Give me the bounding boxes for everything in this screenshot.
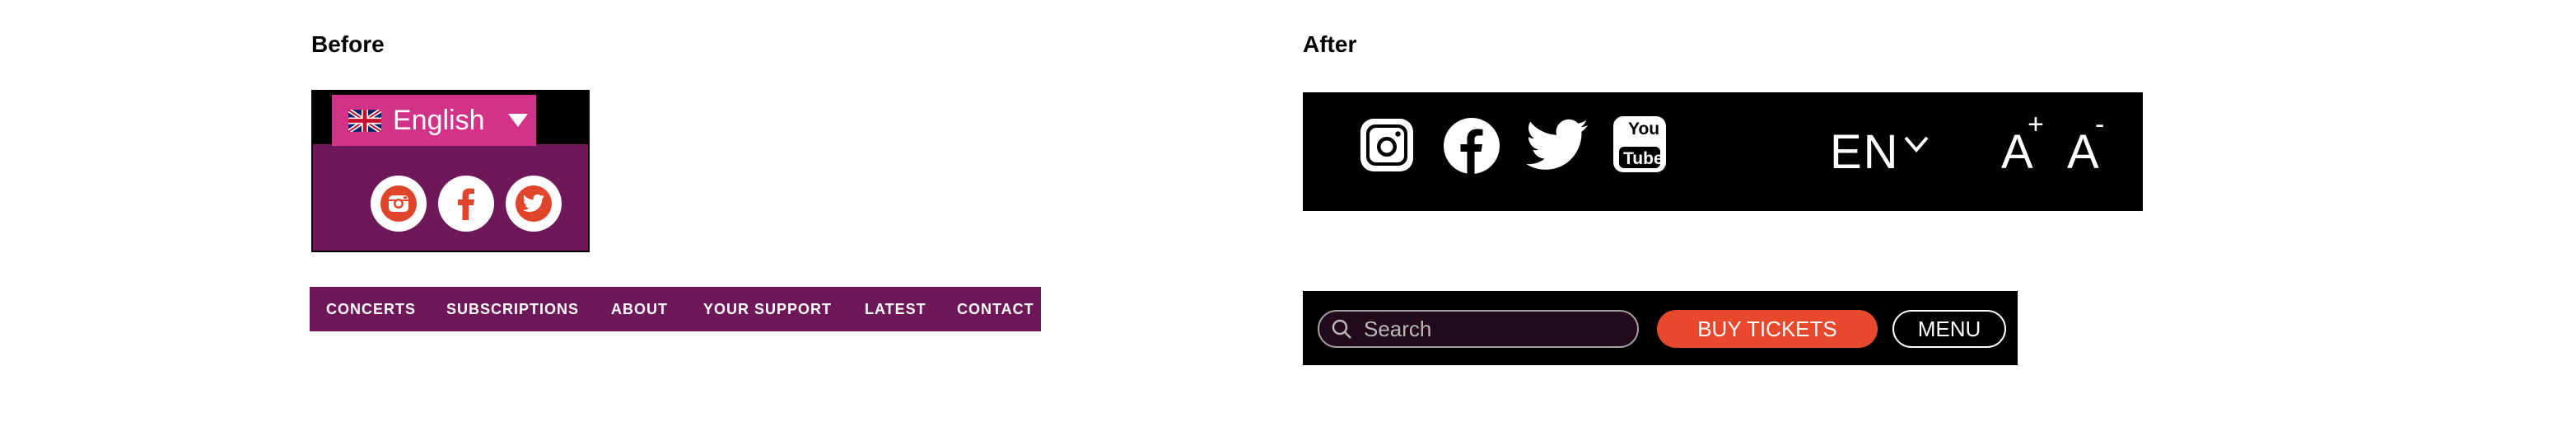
nav-contact[interactable]: CONTACT (957, 301, 1034, 318)
before-nav-bar: CONCERTS SUBSCRIPTIONS ABOUT YOUR SUPPOR… (310, 287, 1041, 331)
nav-your-support[interactable]: YOUR SUPPORT (703, 301, 832, 318)
youtube-text-top: You (1628, 120, 1660, 138)
youtube-text-bottom: Tube (1623, 149, 1664, 168)
search-input[interactable] (1364, 316, 1611, 342)
language-selector[interactable]: English (332, 95, 536, 146)
menu-button[interactable]: MENU (1892, 310, 2006, 348)
language-label: English (393, 104, 485, 136)
language-selector[interactable]: EN (1830, 129, 1930, 176)
before-header-box: English (311, 90, 590, 252)
font-increase-symbol: + (2028, 109, 2044, 140)
buy-tickets-button[interactable]: BUY TICKETS (1657, 310, 1878, 348)
facebook-icon[interactable] (438, 176, 494, 232)
uk-flag-icon (348, 109, 381, 132)
nav-subscriptions[interactable]: SUBSCRIPTIONS (446, 301, 579, 318)
nav-about[interactable]: ABOUT (611, 301, 668, 318)
before-heading: Before (311, 31, 385, 57)
caret-down-icon (507, 114, 528, 127)
facebook-icon[interactable] (1443, 117, 1500, 175)
language-label: EN (1830, 125, 1900, 179)
font-decrease-letter: A (2067, 125, 2099, 179)
instagram-icon[interactable] (1359, 117, 1415, 173)
twitter-icon[interactable] (1527, 119, 1589, 171)
after-header-bar: You Tube EN A + A - (1303, 92, 2143, 211)
instagram-icon[interactable] (371, 176, 427, 232)
after-action-bar: BUY TICKETS MENU (1303, 291, 2018, 365)
font-increase-button[interactable]: A + (2001, 92, 2044, 211)
font-decrease-button[interactable]: A - (2067, 92, 2108, 211)
twitter-icon[interactable] (506, 176, 562, 232)
nav-concerts[interactable]: CONCERTS (326, 301, 416, 318)
after-heading: After (1303, 31, 1357, 57)
font-decrease-symbol: - (2095, 109, 2105, 140)
chevron-down-icon (1904, 136, 1929, 153)
search-icon (1332, 319, 1351, 339)
search-field[interactable] (1318, 310, 1639, 348)
nav-latest[interactable]: LATEST (865, 301, 926, 318)
